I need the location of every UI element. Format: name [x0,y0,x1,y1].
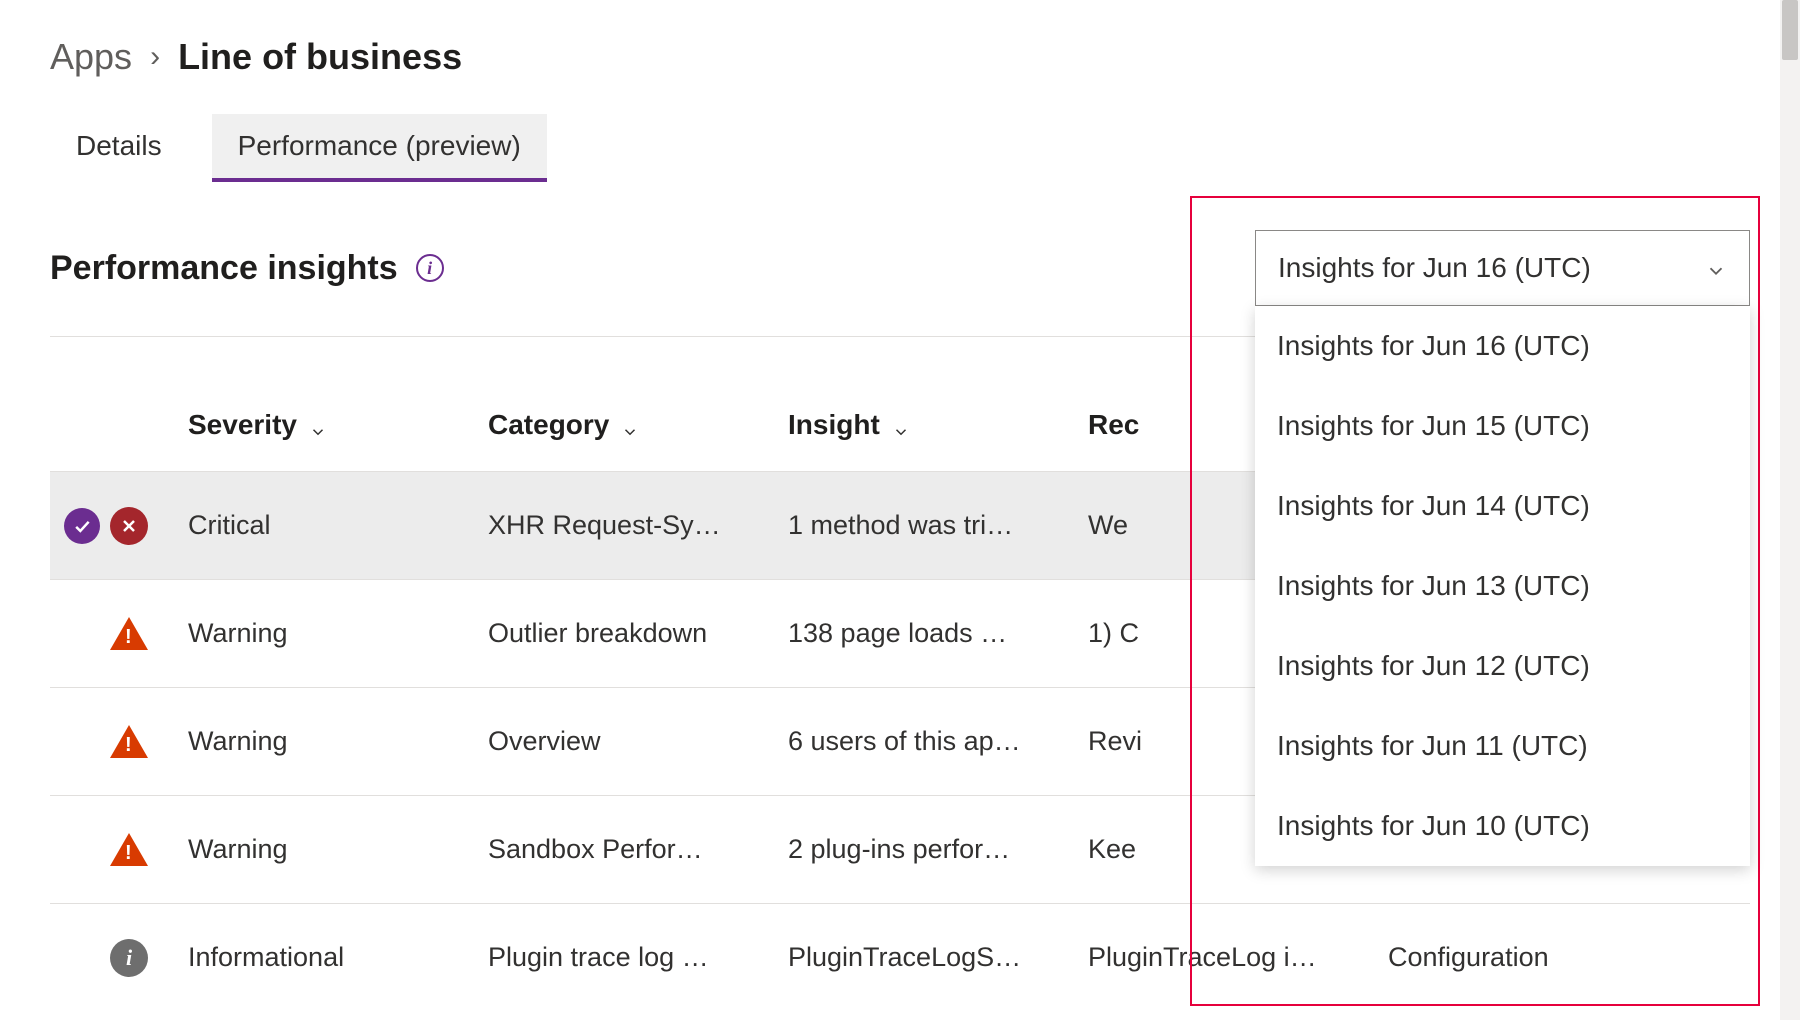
date-dropdown-button[interactable]: Insights for Jun 16 (UTC) [1255,230,1750,306]
tabs: Details Performance (preview) [50,114,1750,182]
scrollbar-thumb[interactable] [1782,0,1798,60]
cell-insight: 1 method was tri… [788,510,1088,541]
table-row[interactable]: i Informational Plugin trace log … Plugi… [50,903,1750,1011]
cell-category: XHR Request-Sy… [488,510,788,541]
column-header-severity[interactable]: Severity [188,409,488,441]
cell-category: Overview [488,726,788,757]
dropdown-option[interactable]: Insights for Jun 14 (UTC) [1255,466,1750,546]
info-severity-icon: i [110,939,148,977]
cell-category: Plugin trace log … [488,942,788,973]
date-dropdown-selected: Insights for Jun 16 (UTC) [1278,252,1591,284]
cell-insight: 2 plug-ins perfor… [788,834,1088,865]
cell-category: Sandbox Perfor… [488,834,788,865]
row-select-check-icon[interactable] [64,508,100,544]
cell-severity: Warning [188,834,488,865]
dropdown-option[interactable]: Insights for Jun 12 (UTC) [1255,626,1750,706]
cell-severity: Critical [188,510,488,541]
dropdown-option[interactable]: Insights for Jun 16 (UTC) [1255,306,1750,386]
column-label: Category [488,409,609,441]
date-dropdown-menu: Insights for Jun 16 (UTC) Insights for J… [1255,306,1750,866]
column-label: Rec [1088,409,1139,441]
breadcrumb-root[interactable]: Apps [50,36,132,78]
column-header-insight[interactable]: Insight [788,409,1088,441]
warning-icon [110,617,148,650]
chevron-down-icon [309,416,327,434]
cell-insight: 6 users of this ap… [788,726,1088,757]
dropdown-option[interactable]: Insights for Jun 15 (UTC) [1255,386,1750,466]
tab-details[interactable]: Details [50,114,188,182]
cell-insight: 138 page loads … [788,618,1088,649]
column-label: Insight [788,409,880,441]
breadcrumb-current: Line of business [178,36,462,78]
info-icon[interactable]: i [416,254,444,282]
dropdown-option[interactable]: Insights for Jun 10 (UTC) [1255,786,1750,866]
warning-icon [110,725,148,758]
vertical-scrollbar[interactable] [1780,0,1800,1020]
tab-performance[interactable]: Performance (preview) [212,114,547,182]
cell-severity: Informational [188,942,488,973]
section-title: Performance insights [50,249,398,288]
column-header-category[interactable]: Category [488,409,788,441]
chevron-right-icon: › [150,40,160,74]
breadcrumb: Apps › Line of business [50,36,1750,78]
dropdown-option[interactable]: Insights for Jun 13 (UTC) [1255,546,1750,626]
cell-severity: Warning [188,726,488,757]
date-dropdown: Insights for Jun 16 (UTC) Insights for J… [1255,230,1750,306]
dropdown-option[interactable]: Insights for Jun 11 (UTC) [1255,706,1750,786]
cell-recommendation: PluginTraceLog i… [1088,942,1388,973]
cell-insight: PluginTraceLogS… [788,942,1088,973]
cell-area: Configuration [1388,942,1688,973]
cell-severity: Warning [188,618,488,649]
chevron-down-icon [892,416,910,434]
cell-category: Outlier breakdown [488,618,788,649]
critical-icon [110,507,148,545]
warning-icon [110,833,148,866]
chevron-down-icon [1705,257,1727,279]
column-label: Severity [188,409,297,441]
chevron-down-icon [621,416,639,434]
